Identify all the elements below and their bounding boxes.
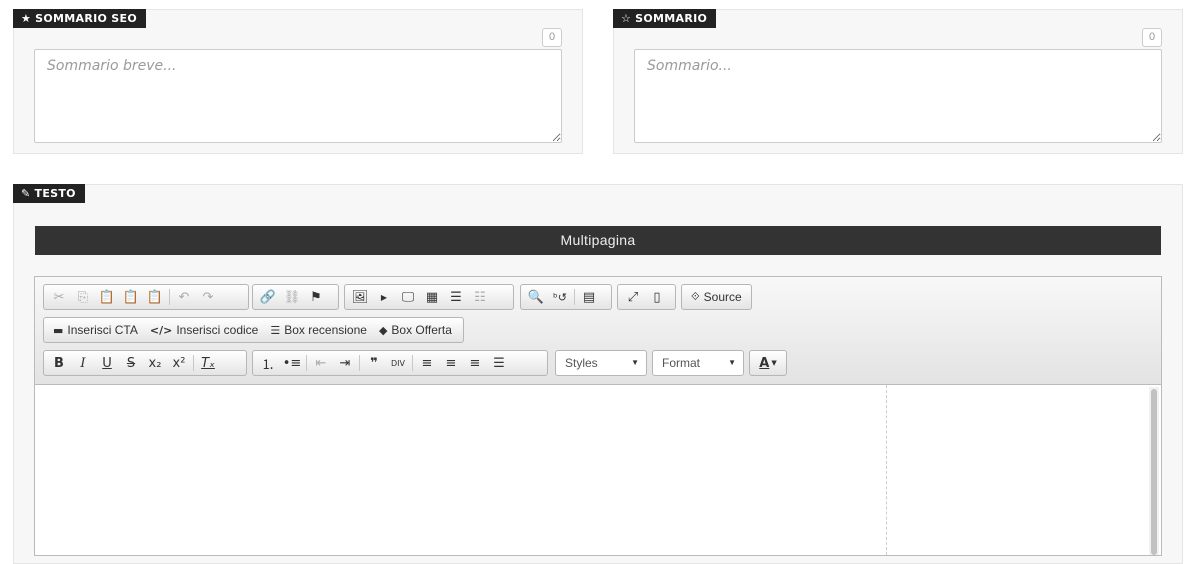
- editor-content-area[interactable]: [35, 385, 1161, 555]
- editor-toolbar: ✂ ⎘ 📋 📋 📋 ↶ ↷ 🔗 ⛓ ⚑ 🖼 ▶ 🖵 ▦ ☰ ☷ 🔍 ᵇ↺ ▤ ⤢…: [35, 277, 1161, 385]
- bulleted-list-icon[interactable]: •≡: [280, 352, 304, 374]
- link-icon[interactable]: 🔗: [256, 286, 280, 308]
- tag-icon: ◆: [378, 323, 388, 337]
- format-dropdown-label: Format: [662, 356, 701, 370]
- text-color-group: A ▼: [749, 350, 787, 376]
- clipboard-group: ✂ ⎘ 📋 📋 📋 ↶ ↷: [43, 284, 249, 310]
- source-label: Source: [703, 290, 742, 304]
- custom-plugins-group: ▬ Inserisci CTA </> Inserisci codice ☰ Box …: [43, 317, 464, 343]
- numbered-list-icon[interactable]: ⒈: [256, 352, 280, 374]
- review-box-label: Box recensione: [284, 323, 367, 337]
- chevron-down-icon: ▼: [771, 359, 777, 367]
- subscript-icon[interactable]: x₂: [143, 352, 167, 374]
- insert-cta-button[interactable]: ▬ Inserisci CTA: [47, 319, 144, 341]
- source-group: ⟐ Source: [681, 284, 752, 310]
- align-center-icon[interactable]: ≡: [439, 352, 463, 374]
- seo-summary-textarea[interactable]: [34, 49, 562, 143]
- create-div-icon[interactable]: DIV: [386, 352, 410, 374]
- show-blocks-icon[interactable]: ▯: [645, 286, 669, 308]
- select-all-icon[interactable]: ▤: [577, 286, 601, 308]
- align-justify-icon[interactable]: ☰: [487, 352, 511, 374]
- summary-panel: ☆ SOMMARIO 0: [613, 9, 1183, 154]
- summary-label: ☆ SOMMARIO: [613, 9, 717, 28]
- insert-code-button[interactable]: </> Inserisci codice: [144, 319, 264, 341]
- source-button[interactable]: ⟐ Source: [685, 286, 748, 308]
- chevron-down-icon: ▼: [631, 358, 639, 367]
- indent-icon[interactable]: ⇥: [333, 352, 357, 374]
- find-icon[interactable]: 🔍: [524, 286, 548, 308]
- text-color-icon: A: [759, 355, 770, 371]
- anchor-flag-icon[interactable]: ⚑: [304, 286, 328, 308]
- review-box-button[interactable]: ☰ Box recensione: [264, 319, 373, 341]
- star-solid-icon: ★: [21, 12, 32, 25]
- star-outline-icon: ☆: [621, 12, 632, 25]
- insert-group: 🖼 ▶ 🖵 ▦ ☰ ☷: [344, 284, 514, 310]
- styles-dropdown[interactable]: Styles ▼: [555, 350, 647, 376]
- text-color-button[interactable]: A ▼: [753, 352, 783, 374]
- link-group: 🔗 ⛓ ⚑: [252, 284, 339, 310]
- outdent-icon[interactable]: ⇤: [309, 352, 333, 374]
- cut-icon[interactable]: ✂: [47, 286, 71, 308]
- separator: [574, 289, 575, 305]
- review-box-icon: ☰: [270, 323, 281, 337]
- align-right-icon[interactable]: ≡: [463, 352, 487, 374]
- underline-icon[interactable]: U: [95, 352, 119, 374]
- summary-textarea[interactable]: [634, 49, 1162, 143]
- format-dropdown[interactable]: Format ▼: [652, 350, 744, 376]
- multipage-bar[interactable]: Multipagina: [35, 226, 1161, 255]
- paste-text-icon[interactable]: 📋: [119, 286, 143, 308]
- separator: [306, 355, 307, 371]
- page-break-icon[interactable]: ☷: [468, 286, 492, 308]
- superscript-icon[interactable]: x²: [167, 352, 191, 374]
- text-label: ✎ TESTO: [13, 184, 85, 203]
- seo-summary-panel: ★ SOMMARIO SEO 0: [13, 9, 583, 154]
- italic-icon[interactable]: I: [71, 352, 95, 374]
- styles-dropdown-label: Styles: [565, 356, 598, 370]
- cta-icon: ▬: [53, 323, 64, 337]
- seo-summary-label-text: SOMMARIO SEO: [35, 12, 137, 25]
- paragraph-group: ⒈ •≡ ⇤ ⇥ ❞ DIV ≡ ≡ ≡ ☰: [252, 350, 548, 376]
- summary-char-counter: 0: [1142, 28, 1162, 47]
- table-icon[interactable]: ▦: [420, 286, 444, 308]
- page-guide-line: [886, 385, 887, 555]
- paste-icon[interactable]: 📋: [95, 286, 119, 308]
- view-group: ⤢ ▯: [617, 284, 676, 310]
- text-label-text: TESTO: [34, 187, 76, 200]
- source-icon: ⟐: [691, 290, 700, 303]
- insert-cta-label: Inserisci CTA: [67, 323, 138, 337]
- summary-label-text: SOMMARIO: [635, 12, 708, 25]
- align-left-icon[interactable]: ≡: [415, 352, 439, 374]
- separator: [169, 289, 170, 305]
- redo-icon[interactable]: ↷: [196, 286, 220, 308]
- replace-icon[interactable]: ᵇ↺: [548, 286, 572, 308]
- bold-icon[interactable]: B: [47, 352, 71, 374]
- seo-summary-label: ★ SOMMARIO SEO: [13, 9, 146, 28]
- rich-text-editor: ✂ ⎘ 📋 📋 📋 ↶ ↷ 🔗 ⛓ ⚑ 🖼 ▶ 🖵 ▦ ☰ ☷ 🔍 ᵇ↺ ▤ ⤢…: [34, 276, 1162, 556]
- image-icon[interactable]: 🖼: [348, 286, 372, 308]
- chevron-down-icon: ▼: [728, 358, 736, 367]
- separator: [359, 355, 360, 371]
- slideshow-icon[interactable]: 🖵: [396, 286, 420, 308]
- offer-box-label: Box Offerta: [391, 323, 452, 337]
- remove-format-icon[interactable]: Tₓ: [196, 352, 220, 374]
- scrollbar-thumb[interactable]: [1151, 389, 1157, 555]
- insert-code-label: Inserisci codice: [176, 323, 259, 337]
- strikethrough-icon[interactable]: S: [119, 352, 143, 374]
- undo-icon[interactable]: ↶: [172, 286, 196, 308]
- code-icon: </>: [149, 323, 173, 337]
- blockquote-icon[interactable]: ❞: [362, 352, 386, 374]
- basic-styles-group: B I U S x₂ x² Tₓ: [43, 350, 247, 376]
- offer-box-button[interactable]: ◆ Box Offerta: [373, 319, 458, 341]
- separator: [193, 355, 194, 371]
- maximize-icon[interactable]: ⤢: [621, 286, 645, 308]
- seo-summary-char-counter: 0: [542, 28, 562, 47]
- find-group: 🔍 ᵇ↺ ▤: [520, 284, 612, 310]
- copy-icon[interactable]: ⎘: [71, 286, 95, 308]
- separator: [412, 355, 413, 371]
- pencil-icon: ✎: [21, 187, 31, 200]
- paste-word-icon[interactable]: 📋: [143, 286, 167, 308]
- horizontal-line-icon[interactable]: ☰: [444, 286, 468, 308]
- youtube-icon[interactable]: ▶: [372, 286, 396, 308]
- unlink-icon[interactable]: ⛓: [280, 286, 304, 308]
